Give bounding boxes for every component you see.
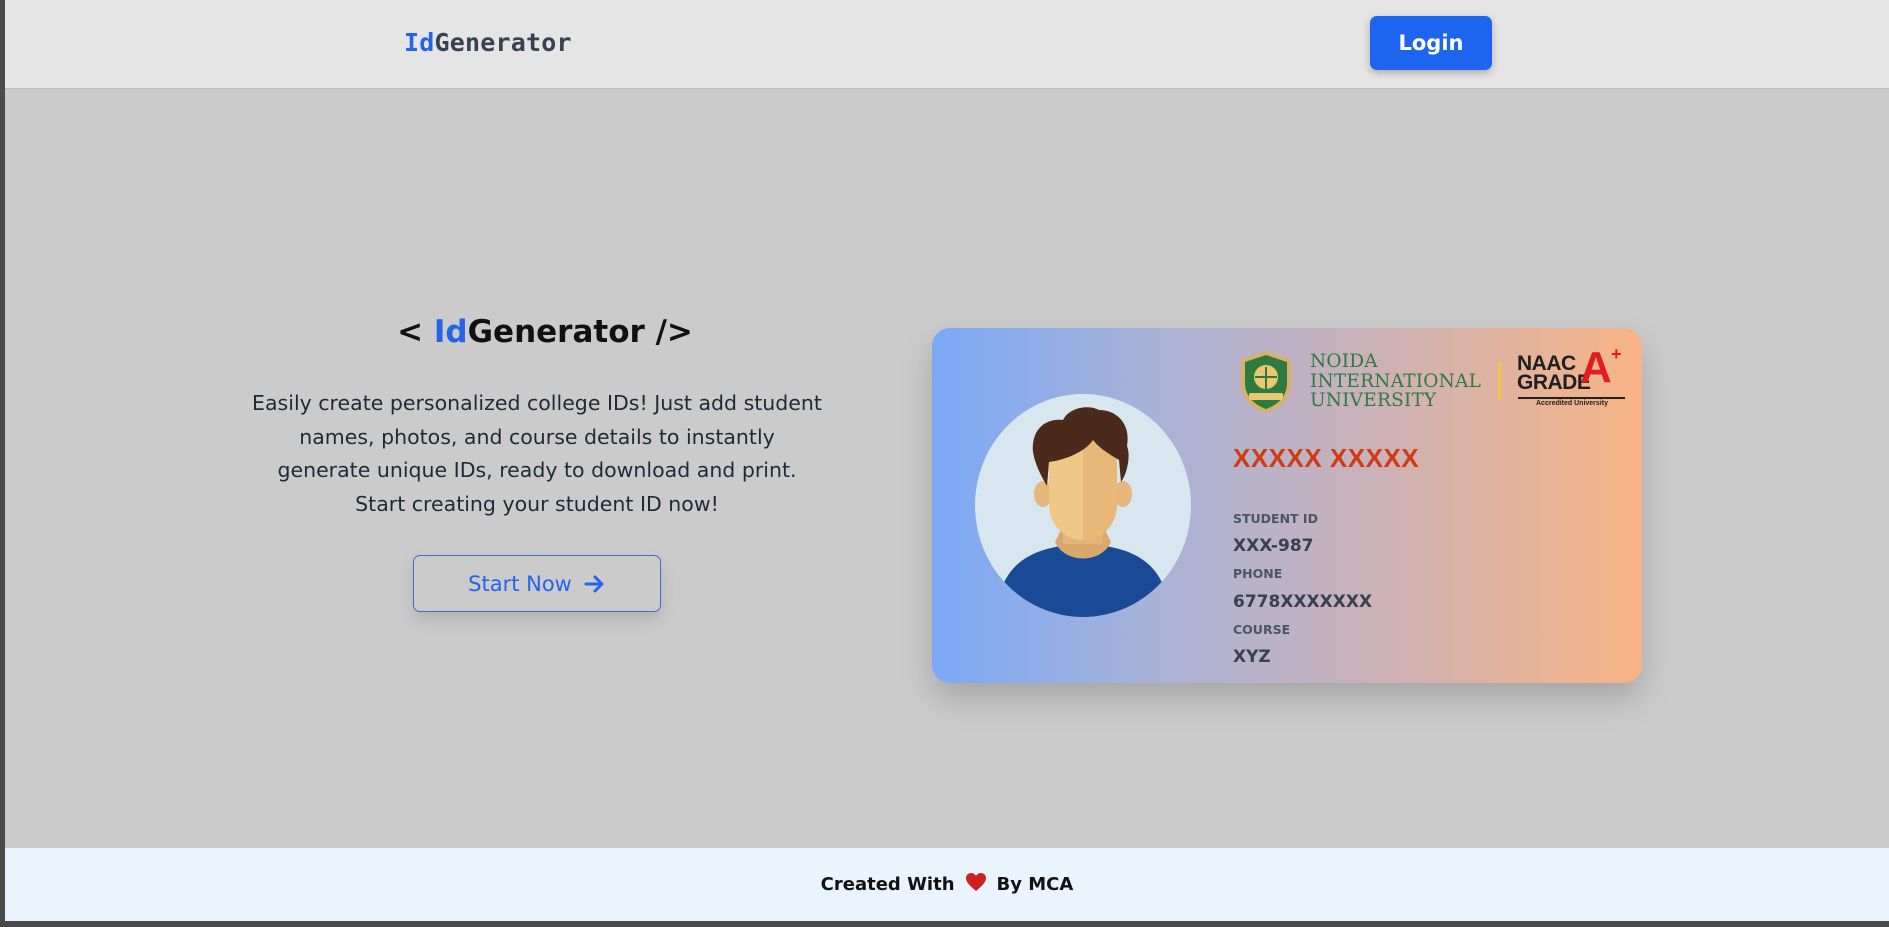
phone-value: 6778XXXXXXX [1233, 592, 1373, 612]
university-line-2: INTERNATIONAL [1310, 370, 1482, 392]
university-line-1: NOIDA [1310, 351, 1378, 372]
university-line-3: UNIVERSITY [1310, 390, 1437, 411]
hero-title: < IdGenerator /> [225, 314, 865, 350]
footer-credit: Created With By MCA [5, 872, 1889, 897]
footer: Created With By MCA [5, 848, 1889, 921]
top-navbar: IdGenerator Login [5, 0, 1889, 89]
naac-underline [1518, 397, 1625, 399]
student-id-label: STUDENT ID [1233, 511, 1318, 526]
student-id-value: XXX-987 [1233, 536, 1314, 556]
student-avatar-icon [975, 394, 1191, 617]
logo-divider [1498, 362, 1501, 400]
hero-title-open: < [397, 314, 434, 350]
course-label: COURSE [1233, 622, 1291, 637]
login-button[interactable]: Login [1370, 16, 1492, 70]
university-crest-icon [1235, 349, 1297, 419]
start-now-button[interactable]: Start Now [413, 555, 661, 612]
logo-suffix: Generator [434, 28, 572, 57]
phone-label: PHONE [1233, 566, 1283, 581]
brand-logo[interactable]: IdGenerator [404, 28, 572, 57]
university-name: NOIDA INTERNATIONAL UNIVERSITY [1310, 352, 1481, 411]
naac-subtitle: Accredited University [1536, 400, 1608, 407]
arrow-right-icon [584, 574, 606, 594]
hero-title-accent: Id [433, 314, 468, 350]
student-name: XXXXX XXXXX [1233, 443, 1420, 473]
naac-grade: A [1580, 343, 1612, 392]
id-card-preview: NOIDA INTERNATIONAL UNIVERSITY NAAC GRAD… [932, 328, 1642, 683]
heart-icon [965, 872, 987, 897]
app-window: IdGenerator Login < IdGenerator /> Easil… [5, 0, 1889, 921]
logo-prefix: Id [404, 28, 435, 57]
naac-grade-plus: + [1611, 344, 1622, 364]
footer-suffix: By MCA [996, 874, 1074, 895]
hero-description: Easily create personalized college IDs! … [252, 391, 822, 516]
start-now-label: Start Now [468, 571, 572, 596]
hero-title-main: Generator [467, 314, 645, 350]
course-value: XYZ [1233, 647, 1271, 667]
hero-title-close: /> [644, 314, 693, 350]
footer-prefix: Created With [820, 874, 955, 895]
